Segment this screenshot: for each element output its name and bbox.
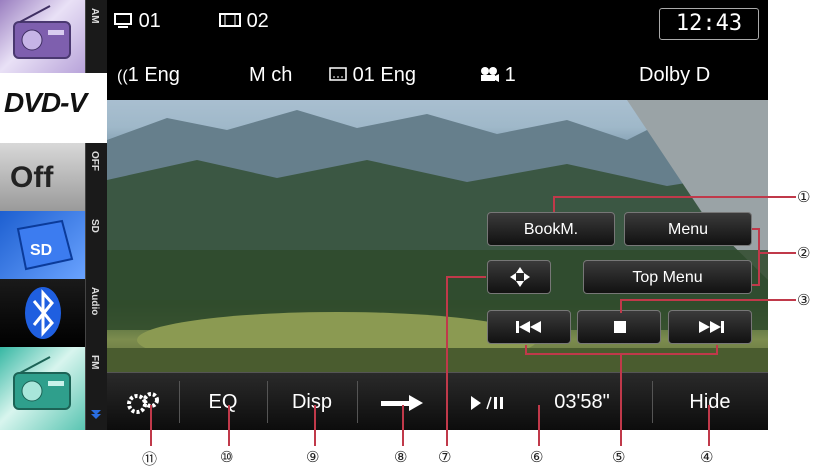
source-off-label: OFF — [89, 151, 100, 171]
angle-info: 1 — [479, 64, 516, 87]
settings-button[interactable] — [107, 373, 179, 430]
bottom-bar: EQ Disp 03'58" Hide — [107, 372, 768, 430]
radio-fm-icon — [0, 347, 86, 430]
source-bar: AM DVD-V Off OFF SD SD Audio FM — [0, 0, 107, 430]
angle-camera-icon — [481, 67, 499, 82]
title-icon — [114, 13, 132, 28]
audio-info: ((​ 1 Eng — [117, 64, 180, 87]
hide-button[interactable]: Hide — [652, 373, 768, 430]
source-off-tile-text: Off — [10, 161, 54, 194]
callout-1: ① — [797, 188, 811, 206]
title-number: 01 — [138, 10, 161, 32]
callout-2: ② — [797, 244, 811, 262]
source-am-label: AM — [89, 8, 100, 24]
radio-am-icon — [0, 0, 86, 73]
angle-number: 1 — [504, 64, 516, 86]
chapter-number: 02 — [246, 10, 269, 32]
bookmark-button[interactable]: BookM. — [487, 212, 615, 246]
source-sd[interactable]: SD SD — [0, 211, 107, 280]
callout-3: ③ — [797, 291, 811, 309]
cursor-arrows-button[interactable] — [487, 260, 551, 294]
chapter-icon — [219, 13, 241, 27]
callout-6: ⑥ — [530, 448, 544, 466]
svg-text:SD: SD — [30, 242, 52, 259]
source-am[interactable]: AM — [0, 0, 107, 74]
bluetooth-icon — [0, 279, 86, 347]
callout-8: ⑧ — [394, 448, 408, 466]
callout-9: ⑨ — [306, 448, 320, 466]
audio-format: Dolby D — [639, 64, 711, 86]
channels: M ch — [249, 64, 293, 86]
skip-forward-icon — [699, 321, 724, 333]
source-fm[interactable]: FM — [0, 347, 107, 430]
source-sd-label: SD — [89, 219, 100, 233]
eq-button[interactable]: EQ — [179, 373, 267, 430]
play-pause-icon — [471, 395, 503, 410]
head-unit-screen: AM DVD-V Off OFF SD SD Audio FM 01 02 12… — [0, 0, 768, 430]
skip-back-icon — [516, 321, 541, 333]
source-bt-label: Audio — [89, 287, 100, 316]
source-dvd[interactable]: DVD-V — [0, 73, 107, 144]
gears-icon — [127, 391, 159, 414]
callout-11: ⑪ — [142, 450, 158, 468]
previous-button[interactable] — [487, 310, 571, 344]
four-arrows-icon — [510, 267, 530, 287]
video-area[interactable]: BookM. Menu Top Menu — [107, 100, 768, 372]
audio-language: 1 Eng — [127, 64, 180, 86]
chapter-info: 02 — [219, 10, 269, 33]
source-fm-label: FM — [89, 355, 100, 370]
stop-icon — [614, 321, 626, 333]
info-bar: 01 02 12:43 ((​ 1 Eng M ch 01 Eng 1 Dolb… — [107, 0, 768, 100]
scroll-down-icon[interactable] — [90, 409, 102, 421]
sd-card-icon: SD — [0, 211, 86, 279]
menu-button[interactable]: Menu — [624, 212, 752, 246]
callout-5: ⑤ — [612, 448, 626, 466]
top-menu-button[interactable]: Top Menu — [583, 260, 752, 294]
audio-icon: ((​ — [117, 68, 128, 85]
subtitle-language: 01 Eng — [352, 64, 416, 86]
subtitle-info: 01 Eng — [329, 64, 416, 87]
source-off[interactable]: Off OFF — [0, 143, 107, 212]
disp-button[interactable]: Disp — [267, 373, 357, 430]
next-button[interactable] — [668, 310, 752, 344]
source-bluetooth-audio[interactable]: Audio — [0, 279, 107, 348]
callout-10: ⑩ — [220, 448, 234, 466]
subtitle-icon — [329, 67, 347, 81]
stop-button[interactable] — [577, 310, 661, 344]
source-dvd-label: DVD-V — [4, 87, 87, 118]
clock: 12:43 — [659, 8, 759, 40]
title-info: 01 — [113, 10, 161, 33]
callout-4: ④ — [700, 448, 714, 466]
callout-7: ⑦ — [438, 448, 452, 466]
play-pause-button[interactable] — [457, 373, 517, 430]
